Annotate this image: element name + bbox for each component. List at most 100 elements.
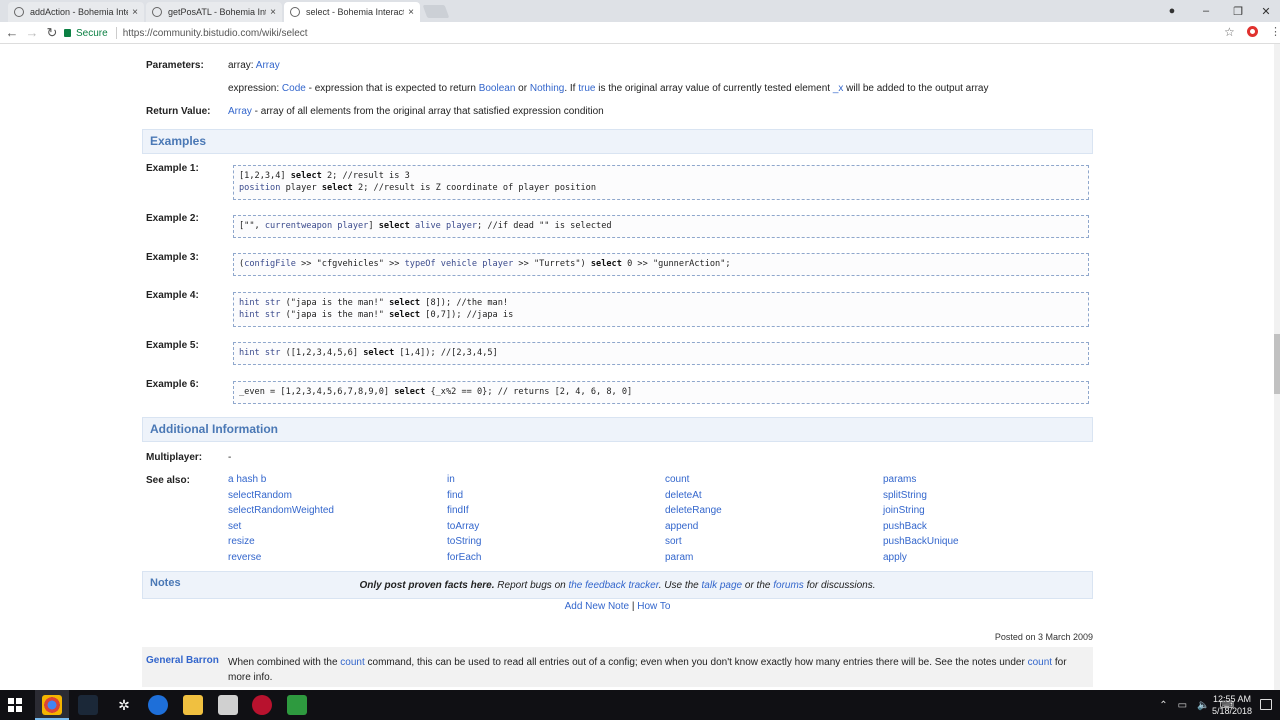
- windows-start-icon[interactable]: [8, 698, 22, 712]
- clock-time: 12:55 AM: [1212, 694, 1251, 704]
- count-link[interactable]: count: [340, 657, 364, 668]
- see-also-link[interactable]: a hash b: [228, 474, 438, 490]
- address-bar[interactable]: Secure https://community.bistudio.com/wi…: [64, 24, 1244, 42]
- window-close-icon[interactable]: ✕: [1250, 0, 1280, 22]
- notepad-plus-icon[interactable]: [287, 695, 307, 715]
- see-also-link[interactable]: selectRandomWeighted: [228, 505, 438, 521]
- opera-extension-icon[interactable]: [1247, 26, 1258, 37]
- example-label: Example 5:: [146, 340, 199, 351]
- example-label: Example 4:: [146, 290, 199, 301]
- see-also-link[interactable]: joinString: [883, 505, 1093, 521]
- close-icon[interactable]: ×: [408, 7, 414, 18]
- see-also-link[interactable]: params: [883, 474, 1093, 490]
- code-token: ; //if dead "" is selected: [477, 221, 612, 231]
- chrome-icon[interactable]: [42, 695, 62, 715]
- see-also-link[interactable]: toString: [447, 536, 657, 552]
- note-author-link[interactable]: General Barron: [146, 655, 219, 666]
- see-also-link[interactable]: param: [665, 552, 875, 568]
- arma-launcher-icon[interactable]: [252, 695, 272, 715]
- code-token: player: [280, 183, 322, 193]
- see-also-link[interactable]: deleteRange: [665, 505, 875, 521]
- tab-select[interactable]: select - Bohemia Interact ×: [284, 2, 420, 22]
- code-link[interactable]: Code: [282, 83, 306, 94]
- code-keyword: select: [394, 387, 426, 397]
- close-icon[interactable]: ×: [132, 7, 138, 18]
- clock-date: 5/18/2018: [1211, 706, 1252, 716]
- minimize-icon[interactable]: –: [1190, 0, 1222, 22]
- code-token: [1,4]); //[2,3,4,5]: [394, 348, 498, 358]
- array-link[interactable]: Array: [256, 60, 280, 71]
- see-also-link[interactable]: toArray: [447, 521, 657, 537]
- nothing-link[interactable]: Nothing: [530, 83, 564, 94]
- see-also-column: a hash b selectRandom selectRandomWeight…: [228, 474, 438, 567]
- code-command: alive player: [414, 221, 478, 231]
- taskbar: ✲ ⌃ ▭ 🔈 ⌨ 12:55 AM 5/18/2018: [0, 690, 1280, 720]
- code-token: ("japa is the man!": [280, 298, 390, 308]
- code-token: 2; //result is Z coordinate of player po…: [352, 183, 597, 193]
- bookmark-star-icon[interactable]: ☆: [1224, 25, 1235, 39]
- see-also-link[interactable]: splitString: [883, 490, 1093, 506]
- reload-icon[interactable]: ↻: [42, 24, 62, 42]
- chevron-up-icon[interactable]: ⌃: [1159, 700, 1167, 711]
- code-command: typeOf vehicle player: [404, 259, 514, 269]
- see-also-link[interactable]: findIf: [447, 505, 657, 521]
- see-also-link[interactable]: in: [447, 474, 657, 490]
- see-also-link[interactable]: selectRandom: [228, 490, 438, 506]
- see-also-link[interactable]: pushBackUnique: [883, 536, 1093, 552]
- tab-getposatl[interactable]: getPosATL - Bohemia Inte ×: [146, 2, 282, 22]
- return-array-link[interactable]: Array: [228, 106, 252, 117]
- app-icon[interactable]: [218, 695, 238, 715]
- see-also-link[interactable]: resize: [228, 536, 438, 552]
- divider: |: [629, 601, 638, 612]
- see-also-link[interactable]: reverse: [228, 552, 438, 568]
- notification-icon[interactable]: [1260, 699, 1272, 710]
- feedback-tracker-link[interactable]: the feedback tracker: [568, 580, 658, 591]
- forward-icon[interactable]: →: [22, 24, 42, 42]
- steam-icon[interactable]: [78, 695, 98, 715]
- see-also-link[interactable]: set: [228, 521, 438, 537]
- example-code-4: hint str ("japa is the man!" select [8])…: [233, 292, 1089, 327]
- how-to-link[interactable]: How To: [637, 601, 670, 612]
- new-tab-button[interactable]: [422, 5, 450, 18]
- tab-title: addAction - Bohemia Inter: [30, 7, 129, 17]
- multiplayer-value: -: [228, 452, 232, 463]
- see-also-link[interactable]: count: [665, 474, 875, 490]
- profile-icon[interactable]: ●: [1156, 0, 1188, 22]
- multiplayer-label: Multiplayer:: [146, 452, 203, 463]
- true-link[interactable]: true: [578, 83, 595, 94]
- url-text[interactable]: https://community.bistudio.com/wiki/sele…: [123, 28, 308, 39]
- see-also-link[interactable]: apply: [883, 552, 1093, 568]
- menu-icon[interactable]: ⋮: [1270, 25, 1280, 38]
- see-also-link[interactable]: append: [665, 521, 875, 537]
- x-link[interactable]: _x: [833, 83, 844, 94]
- example-code-2: ["", currentweapon player] select alive …: [233, 215, 1089, 238]
- examples-heading: Examples: [142, 129, 1093, 154]
- expr-end: will be added to the output array: [843, 83, 989, 94]
- file-explorer-icon[interactable]: [183, 695, 203, 715]
- see-also-link[interactable]: forEach: [447, 552, 657, 568]
- notes-text: . Use the: [658, 580, 702, 591]
- scrollbar-thumb[interactable]: [1274, 334, 1280, 394]
- see-also-link[interactable]: sort: [665, 536, 875, 552]
- see-also-link[interactable]: deleteAt: [665, 490, 875, 506]
- clock[interactable]: 12:55 AM 5/18/2018: [1212, 693, 1252, 717]
- tab-addaction[interactable]: addAction - Bohemia Inter ×: [8, 2, 144, 22]
- talk-page-link[interactable]: talk page: [702, 580, 743, 591]
- see-also-link[interactable]: pushBack: [883, 521, 1093, 537]
- code-keyword: select: [389, 310, 421, 320]
- add-new-note-link[interactable]: Add New Note: [565, 601, 629, 612]
- close-icon[interactable]: ×: [270, 7, 276, 18]
- settings-gear-icon[interactable]: ✲: [114, 695, 134, 715]
- example-code-5: hint str ([1,2,3,4,5,6] select [1,4]); /…: [233, 342, 1089, 365]
- secure-indicator[interactable]: Secure: [64, 28, 108, 39]
- boolean-link[interactable]: Boolean: [479, 83, 516, 94]
- network-icon[interactable]: ▭: [1178, 700, 1187, 711]
- return-value: Array - array of all elements from the o…: [228, 106, 604, 117]
- see-also-link[interactable]: find: [447, 490, 657, 506]
- count-link[interactable]: count: [1028, 657, 1052, 668]
- note-actions: Add New Note | How To: [142, 601, 1093, 612]
- back-icon[interactable]: ←: [2, 24, 22, 42]
- forums-link[interactable]: forums: [773, 580, 804, 591]
- browser-icon[interactable]: [148, 695, 168, 715]
- volume-icon[interactable]: 🔈: [1197, 700, 1209, 711]
